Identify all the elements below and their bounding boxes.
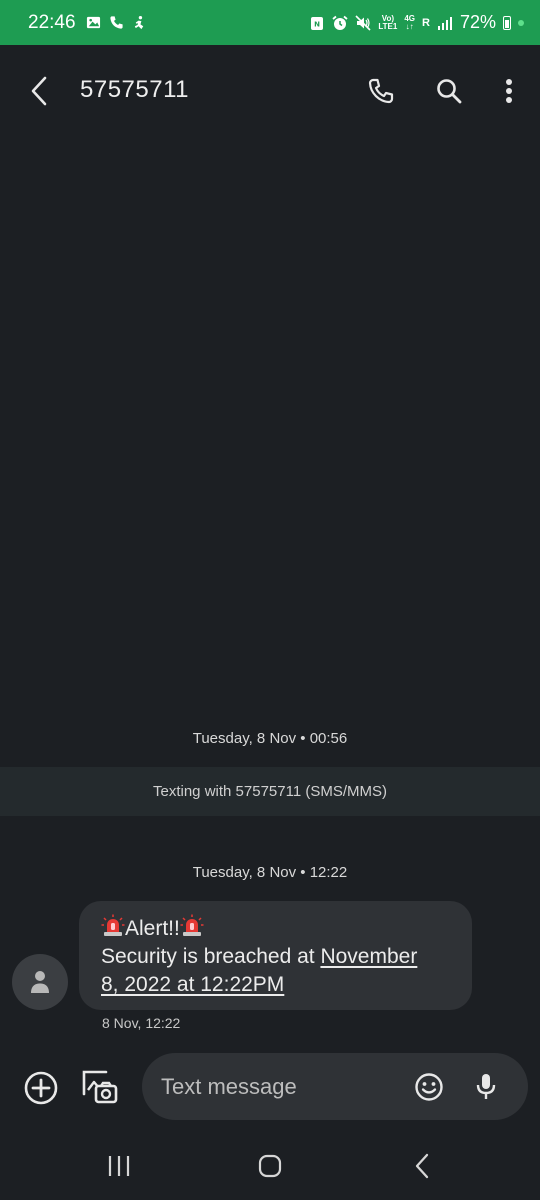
- avatar[interactable]: [12, 954, 68, 1010]
- emoji-button[interactable]: [413, 1071, 445, 1103]
- microphone-icon: [476, 1074, 496, 1099]
- svg-text:N: N: [314, 20, 320, 28]
- battery-percent: 72%: [459, 12, 496, 32]
- alert-text: Alert!!: [125, 917, 180, 940]
- status-bar: 22:46 N Vo) LTE1 4G ↓↑ R 72%: [0, 0, 540, 45]
- alarm-icon: [332, 15, 348, 30]
- date-link-continued[interactable]: 8, 2022 at 12:22PM: [101, 973, 284, 996]
- date-separator: Tuesday, 8 Nov • 00:56: [192, 730, 348, 747]
- add-circle-icon: [24, 1071, 58, 1105]
- volte-indicator: Vo) LTE1: [378, 14, 398, 31]
- back-nav-button[interactable]: [400, 1146, 444, 1186]
- message-body-line-3: 8, 2022 at 12:22PM: [101, 971, 450, 999]
- recent-apps-button[interactable]: [97, 1146, 141, 1186]
- gallery-camera-icon: [82, 1070, 118, 1104]
- siren-emoji-icon: [101, 914, 125, 936]
- back-button[interactable]: [24, 75, 54, 107]
- home-button[interactable]: [248, 1146, 292, 1186]
- phone-icon: [368, 78, 394, 104]
- message-body-text: Security is breached at: [101, 945, 321, 968]
- status-system-icons: N Vo) LTE1 4G ↓↑ R 72%: [309, 12, 524, 33]
- contact-title: 57575711: [80, 76, 189, 103]
- network-type-indicator: 4G ↓↑: [404, 14, 415, 31]
- date-separator: Tuesday, 8 Nov • 12:22: [192, 864, 348, 881]
- voice-input-button[interactable]: [470, 1071, 502, 1103]
- message-input[interactable]: Text message: [142, 1053, 528, 1120]
- call-button[interactable]: [363, 73, 399, 109]
- app-bar: 57575711: [0, 45, 540, 137]
- back-nav-icon: [415, 1153, 429, 1179]
- status-notification-icons: [86, 15, 147, 30]
- message-bubble[interactable]: Alert!! Security is breached at November…: [79, 901, 472, 1010]
- nfc-icon: N: [311, 16, 324, 30]
- more-options-button[interactable]: [491, 73, 527, 109]
- siren-emoji-icon: [180, 914, 204, 936]
- person-icon: [31, 971, 49, 993]
- call-notification-icon: [109, 16, 123, 29]
- gallery-notification-icon: [86, 16, 100, 29]
- signal-icon: [437, 16, 452, 30]
- activity-notification-icon: [134, 15, 143, 30]
- date-link[interactable]: November: [320, 945, 417, 968]
- back-arrow-icon: [31, 76, 47, 106]
- status-time: 22:46: [28, 11, 76, 33]
- home-icon: [258, 1154, 282, 1178]
- mute-icon: [355, 14, 371, 31]
- lte-label: LTE1: [378, 21, 398, 31]
- message-input-placeholder: Text message: [161, 1073, 297, 1099]
- emoji-icon: [415, 1073, 443, 1101]
- battery-icon: [503, 15, 511, 30]
- message-body: Security is breached at November: [101, 943, 450, 971]
- search-button[interactable]: [431, 73, 467, 109]
- data-arrows-icon: ↓↑: [405, 21, 414, 31]
- roaming-indicator: R: [422, 16, 430, 29]
- message-timestamp: 8 Nov, 12:22: [102, 1015, 181, 1031]
- more-vert-icon: [506, 79, 512, 103]
- gallery-camera-button[interactable]: [79, 1066, 119, 1106]
- recents-icon: [108, 1156, 130, 1176]
- search-icon: [437, 79, 462, 104]
- privacy-dot-icon: [518, 19, 524, 26]
- texting-info-text: Texting with 57575711 (SMS/MMS): [153, 783, 387, 800]
- texting-info-banner: Texting with 57575711 (SMS/MMS): [0, 767, 540, 816]
- add-attachment-button[interactable]: [21, 1068, 61, 1108]
- message-first-line: Alert!!: [101, 914, 450, 943]
